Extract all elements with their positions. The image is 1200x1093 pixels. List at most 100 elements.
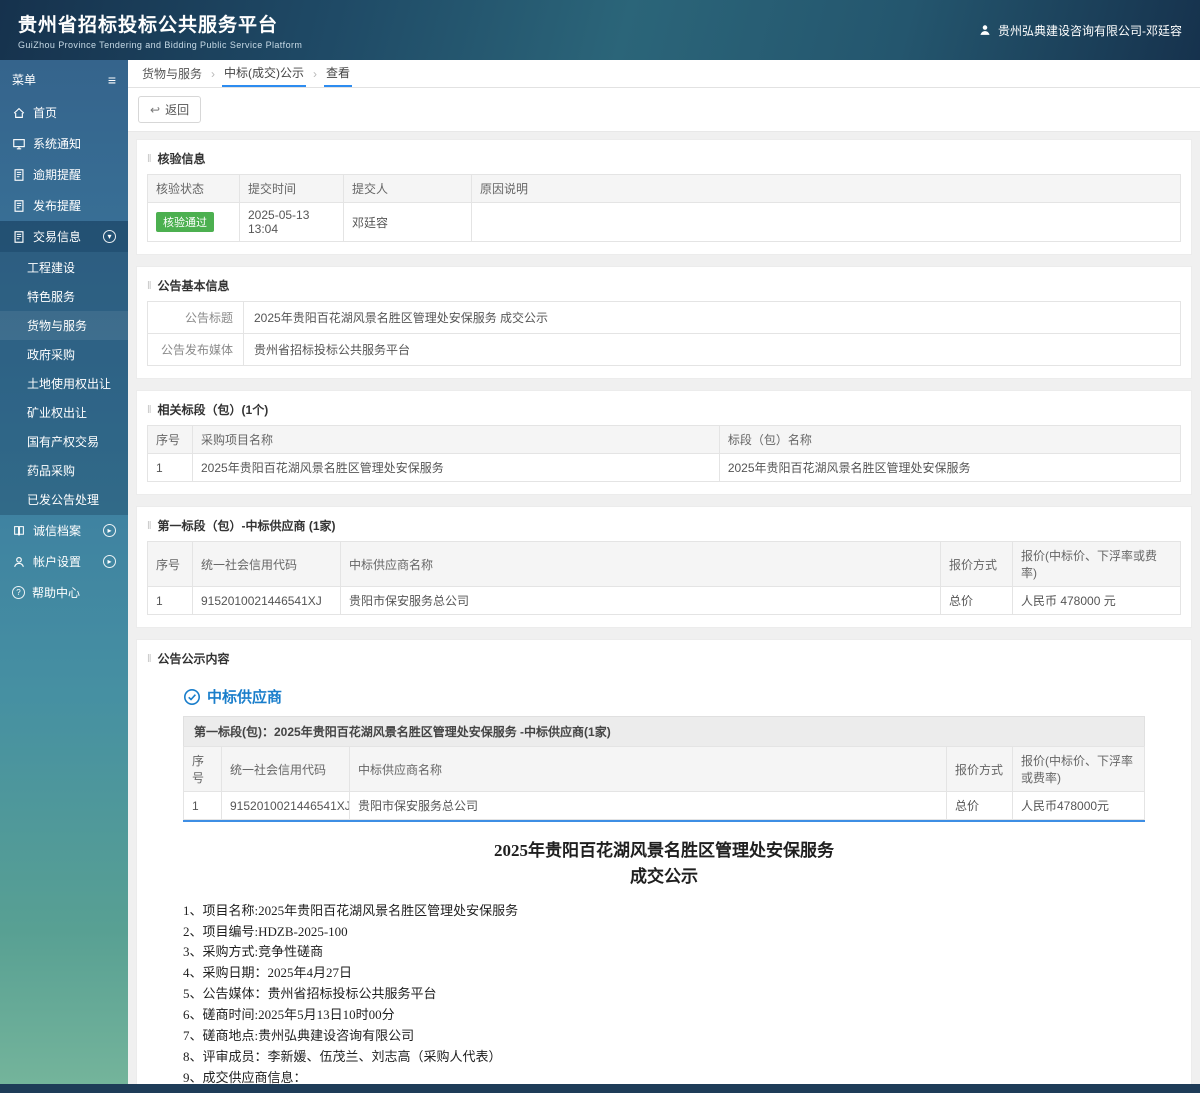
home-icon <box>13 107 25 118</box>
verify-person-cell: 邓廷容 <box>343 202 472 242</box>
sidebar: 菜单 ≡ 首页 系统通知 逾期提醒 发布提醒 交易信息 ▾ 工程建设 特色服务 … <box>0 60 128 1084</box>
notice-line: 1、项目名称:2025年贵阳百花湖风景名胜区管理处安保服务 <box>183 902 519 918</box>
sidebar-subitem-drug-procurement[interactable]: 药品采购 <box>0 456 128 485</box>
trade-info-submenu: 工程建设 特色服务 货物与服务 政府采购 土地使用权出让 矿业权出让 国有产权交… <box>0 252 128 515</box>
sidebar-item-trade-info[interactable]: 交易信息 ▾ <box>0 221 128 252</box>
col-header: 报价(中标价、下浮率或费率) <box>1012 746 1145 792</box>
winner-supplier-heading: 中标供应商 <box>183 686 1145 707</box>
blue-divider <box>183 820 1145 822</box>
credit-code-cell: 9152010021446541XJ <box>192 586 341 615</box>
section-title: ‖ 公告公示内容 <box>147 644 1181 674</box>
sidebar-subitem-published-notices[interactable]: 已发公告处理 <box>0 485 128 514</box>
page: 贵州省招标投标公共服务平台 GuiZhou Province Tendering… <box>0 0 1200 1093</box>
table-row: 1 9152010021446541XJ 贵阳市保安服务总公司 总价 人民币47… <box>183 791 1145 820</box>
section-marker-icon: ‖ <box>147 652 152 665</box>
sidebar-menu-head: 菜单 ≡ <box>0 60 128 97</box>
price-method-cell: 总价 <box>940 586 1013 615</box>
hamburger-icon[interactable]: ≡ <box>108 73 116 87</box>
price-method-cell: 总价 <box>946 791 1013 820</box>
table-row: 公告发布媒体 贵州省招标投标公共服务平台 <box>147 333 1181 366</box>
notice-line: 2、项目编号:HDZB-2025-100 <box>183 923 348 939</box>
notice-line: 8、评审成员：李新媛、伍茂兰、刘志高（采购人代表） <box>183 1048 502 1064</box>
sidebar-item-label: 帐户设置 <box>33 555 82 569</box>
section-title: ‖ 公告基本信息 <box>147 271 1181 301</box>
sidebar-item-overdue-reminder[interactable]: 逾期提醒 <box>0 159 128 190</box>
user-name: 贵州弘典建设咨询有限公司-邓廷容 <box>998 23 1182 38</box>
col-header: 序号 <box>183 746 222 792</box>
col-header: 序号 <box>147 541 193 587</box>
table-row: 公告标题 2025年贵阳百花湖风景名胜区管理处安保服务 成交公示 <box>147 301 1181 334</box>
sidebar-item-credit-archive[interactable]: 诚信档案 ▸ <box>0 515 128 546</box>
notice-line: 5、公告媒体：贵州省招标投标公共服务平台 <box>183 986 437 1002</box>
sidebar-item-account-settings[interactable]: 帐户设置 ▸ <box>0 546 128 577</box>
section-title-text: 公告基本信息 <box>157 279 230 293</box>
section-title: ‖ 核验信息 <box>147 144 1181 174</box>
supplier-name-cell: 贵阳市保安服务总公司 <box>340 586 941 615</box>
sidebar-subitem-gov-procurement[interactable]: 政府采购 <box>0 340 128 369</box>
sidebar-subitem-project-construction[interactable]: 工程建设 <box>0 253 128 282</box>
table-row: 核验通过 2025-05-13 13:04 邓廷容 <box>147 202 1181 242</box>
field-label: 公告发布媒体 <box>147 333 244 366</box>
sidebar-subitem-mining-rights[interactable]: 矿业权出让 <box>0 398 128 427</box>
sidebar-item-label: 交易信息 <box>33 230 82 244</box>
table-row: 1 9152010021446541XJ 贵阳市保安服务总公司 总价 人民币 4… <box>147 586 1181 615</box>
col-header: 提交时间 <box>239 174 344 203</box>
field-value: 2025年贵阳百花湖风景名胜区管理处安保服务 成交公示 <box>243 301 1181 334</box>
row-number-cell: 1 <box>147 586 193 615</box>
sidebar-item-label: 系统通知 <box>33 137 82 151</box>
body-row: 菜单 ≡ 首页 系统通知 逾期提醒 发布提醒 交易信息 ▾ 工程建设 特色服务 … <box>0 60 1200 1084</box>
sidebar-subitem-state-property[interactable]: 国有产权交易 <box>0 427 128 456</box>
col-header: 原因说明 <box>471 174 1181 203</box>
section-package-bar: 第一标段(包)：2025年贵阳百花湖风景名胜区管理处安保服务 -中标供应商(1家… <box>183 716 1145 746</box>
notice-line: 9、成交供应商信息： <box>183 1069 307 1084</box>
breadcrumb-separator: › <box>313 67 318 81</box>
col-header: 报价方式 <box>940 541 1013 587</box>
price-cell: 人民币 478000 元 <box>1012 586 1181 615</box>
project-name-cell: 2025年贵阳百花湖风景名胜区管理处安保服务 <box>192 453 720 482</box>
app-subtitle: GuiZhou Province Tendering and Bidding P… <box>18 40 303 50</box>
row-number-cell: 1 <box>183 791 222 820</box>
verify-reason-cell <box>471 202 1181 242</box>
monitor-icon <box>13 138 25 149</box>
section-marker-icon: ‖ <box>147 519 152 532</box>
content-scroll-area[interactable]: ‖ 核验信息 核验状态 提交时间 提交人 原因说明 核验通过 2025-05-1… <box>128 132 1200 1084</box>
notice-title-line1: 2025年贵阳百花湖风景名胜区管理处安保服务 <box>494 841 834 860</box>
col-header: 报价方式 <box>946 746 1013 792</box>
basic-info-panel: ‖ 公告基本信息 公告标题 2025年贵阳百花湖风景名胜区管理处安保服务 成交公… <box>136 266 1192 379</box>
chevron-right-icon: ▸ <box>103 524 116 537</box>
winner-supplier-icon <box>184 688 200 705</box>
breadcrumb-award-notice[interactable]: 中标(成交)公示 <box>222 59 307 87</box>
toolbar: ↩ 返回 <box>128 88 1200 132</box>
sidebar-subitem-land-use-rights[interactable]: 土地使用权出让 <box>0 369 128 398</box>
notice-title-line2: 成交公示 <box>630 867 698 887</box>
sidebar-item-home[interactable]: 首页 <box>0 97 128 128</box>
supplier-name-cell: 贵阳市保安服务总公司 <box>349 791 947 820</box>
chevron-down-icon: ▾ <box>103 230 116 243</box>
verify-status-cell: 核验通过 <box>147 202 240 242</box>
col-header: 提交人 <box>343 174 472 203</box>
main-area: 货物与服务 › 中标(成交)公示 › 查看 ↩ 返回 ‖ 核验信息 核验状态 提… <box>128 60 1200 1084</box>
sidebar-item-publish-reminder[interactable]: 发布提醒 <box>0 190 128 221</box>
sidebar-item-system-notice[interactable]: 系统通知 <box>0 128 128 159</box>
breadcrumb-goods-services[interactable]: 货物与服务 <box>140 60 204 87</box>
section-title-text: 公告公示内容 <box>157 652 230 666</box>
back-button[interactable]: ↩ 返回 <box>138 96 202 123</box>
sidebar-subitem-goods-services[interactable]: 货物与服务 <box>0 311 128 340</box>
table-header-row: 核验状态 提交时间 提交人 原因说明 <box>147 174 1181 203</box>
question-icon: ? <box>12 586 25 599</box>
breadcrumb-view[interactable]: 查看 <box>324 59 353 87</box>
section-title: ‖ 相关标段（包）(1个) <box>147 395 1181 425</box>
notice-line: 6、磋商时间:2025年5月13日10时00分 <box>183 1007 395 1023</box>
sidebar-item-label: 发布提醒 <box>33 199 82 213</box>
back-button-label: 返回 <box>165 103 190 117</box>
sidebar-subitem-special-services[interactable]: 特色服务 <box>0 282 128 311</box>
document-icon <box>14 168 24 181</box>
section-title-text: 相关标段（包）(1个) <box>157 403 269 417</box>
book-icon <box>14 525 24 535</box>
notice-line: 4、采购日期：2025年4月27日 <box>183 965 353 981</box>
sidebar-item-help-center[interactable]: ? 帮助中心 <box>0 577 128 608</box>
col-header: 序号 <box>147 425 193 454</box>
user-menu[interactable]: 贵州弘典建设咨询有限公司-邓廷容 <box>978 22 1182 39</box>
section-marker-icon: ‖ <box>147 152 152 165</box>
breadcrumb: 货物与服务 › 中标(成交)公示 › 查看 <box>128 60 1200 88</box>
